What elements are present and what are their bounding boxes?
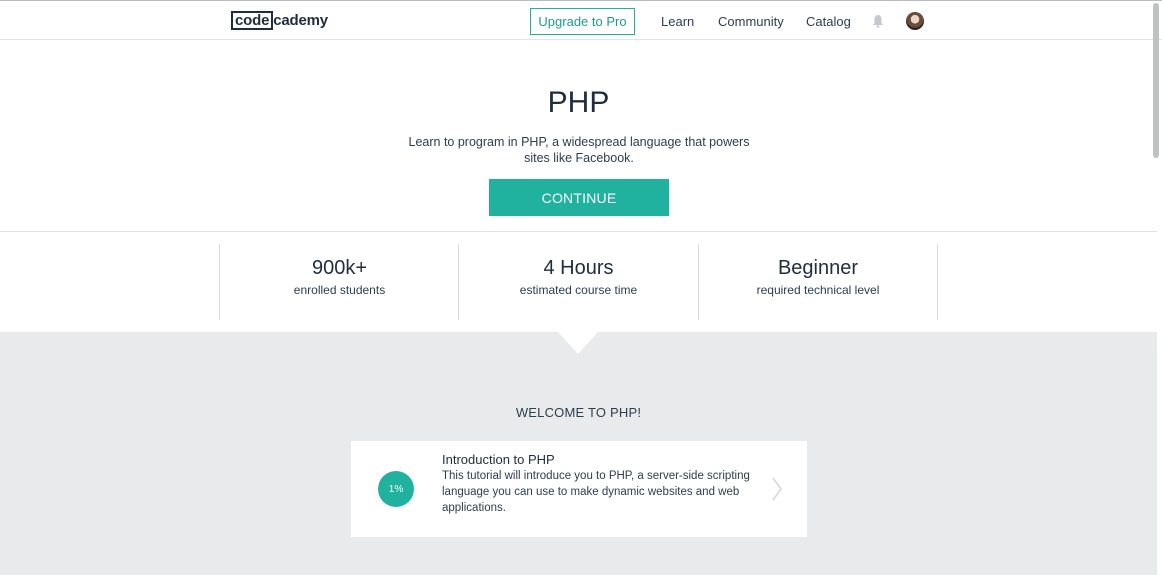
lesson-description: This tutorial will introduce you to PHP,…	[442, 470, 750, 514]
chevron-right-icon[interactable]	[770, 476, 784, 502]
stat-label: required technical level	[756, 283, 880, 297]
avatar[interactable]	[906, 12, 924, 30]
codecademy-logo[interactable]: code cademy	[231, 11, 328, 30]
course-title: PHP	[547, 86, 610, 119]
stat-technical-level: Beginner required technical level	[698, 244, 938, 320]
stat-label: enrolled students	[293, 283, 386, 297]
stat-value: 900k+	[311, 257, 368, 279]
stat-value: 4 Hours	[543, 257, 614, 279]
logo-boxed-text: code	[231, 11, 274, 30]
continue-button[interactable]: CONTINUE	[489, 179, 669, 216]
nav-catalog-link[interactable]: Catalog	[806, 14, 851, 29]
top-navigation-bar: code cademy Upgrade to Pro Learn Communit…	[0, 0, 1162, 40]
nav-learn-link[interactable]: Learn	[661, 14, 694, 29]
upgrade-to-pro-button[interactable]: Upgrade to Pro	[530, 8, 635, 35]
progress-badge: 1%	[378, 471, 414, 507]
lesson-card[interactable]: 1% Introduction to PHP This tutorial wil…	[351, 441, 807, 537]
stat-enrolled-students: 900k+ enrolled students	[219, 244, 459, 320]
lesson-title: Introduction to PHP	[442, 452, 555, 467]
page-scrollbar[interactable]	[1153, 3, 1159, 158]
stat-course-time: 4 Hours estimated course time	[458, 244, 698, 320]
nav-community-link[interactable]: Community	[718, 14, 784, 29]
bell-icon[interactable]	[872, 14, 884, 28]
section-heading: WELCOME TO PHP!	[515, 405, 642, 420]
stat-label: estimated course time	[519, 283, 638, 297]
logo-text: cademy	[273, 12, 328, 29]
section-pointer	[558, 332, 598, 354]
course-description: Learn to program in PHP, a widespread la…	[408, 135, 750, 165]
stat-value: Beginner	[777, 257, 859, 279]
hero-divider	[0, 231, 1157, 232]
